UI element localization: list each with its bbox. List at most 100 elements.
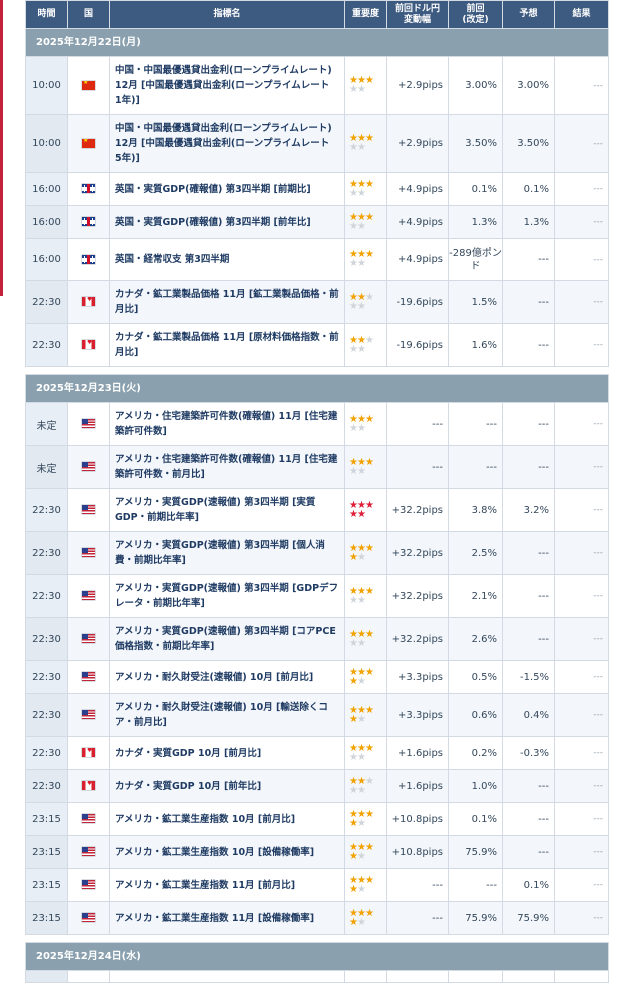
event-row[interactable]: 23:15 アメリカ・鉱工業生産指数 10月 [前月比] ★★★ ★★ +10.8pip… — [25, 802, 609, 836]
china-flag-icon — [82, 80, 95, 90]
event-importance: ★★★ ★★ — [344, 574, 387, 618]
partial-cell — [67, 970, 110, 983]
event-row[interactable]: 10:00 中国・中国最優遇貸出金利(ローンプライムレート) 12月 [中国最優遇… — [25, 114, 609, 173]
event-name-link[interactable]: アメリカ・住宅建築許可件数(確報値) 11月 [住宅建築許可件数・前月比] — [109, 445, 345, 489]
event-result: --- — [554, 660, 609, 694]
importance-stars-icon: ★★★ ★★ — [349, 292, 381, 311]
event-name-link[interactable]: 英国・経常収支 第3四半期 — [109, 238, 345, 281]
event-row[interactable]: 23:15 アメリカ・鉱工業生産指数 11月 [設備稼働率] ★★★ ★★ --- 75.… — [25, 901, 609, 935]
event-prev-value: 0.1% — [448, 802, 503, 836]
star-icon: ★ — [356, 817, 366, 829]
event-name-link[interactable]: アメリカ・住宅建築許可件数(確報値) 11月 [住宅建築許可件数] — [109, 402, 345, 446]
event-prev-value: --- — [448, 402, 503, 446]
importance-stars-icon: ★★★ ★★ — [349, 133, 381, 153]
event-name-link[interactable]: アメリカ・実質GDP(速報値) 第3四半期 [実質GDP・前期比年率] — [109, 488, 345, 532]
event-name-link[interactable]: アメリカ・耐久財受注(速報値) 10月 [輸送除くコア・前月比] — [109, 693, 345, 737]
event-row[interactable]: 16:00 英国・実質GDP(確報値) 第3四半期 [前期比] ★★★ ★★ +4.9p… — [25, 172, 609, 206]
event-row[interactable]: 22:30カナダ・鉱工業製品価格 11月 [鉱工業製品価格・前月比]★★★★★-… — [25, 280, 609, 324]
event-country — [67, 323, 110, 367]
event-time: 22:30 — [25, 488, 68, 532]
event-name-link[interactable]: 中国・中国最優遇貸出金利(ローンプライムレート) 12月 [中国最優遇貸出金利(… — [109, 114, 345, 173]
event-name-link[interactable]: アメリカ・鉱工業生産指数 11月 [前月比] — [109, 868, 345, 902]
event-country — [67, 736, 110, 770]
event-country — [67, 205, 110, 239]
importance-stars-icon: ★★★ ★★ — [349, 414, 381, 434]
star-icon: ★ — [364, 585, 374, 597]
event-row[interactable]: 10:00 中国・中国最優遇貸出金利(ローンプライムレート) 12月 [中国最優遇… — [25, 56, 609, 115]
event-name-link[interactable]: カナダ・実質GDP 10月 [前年比] — [109, 769, 345, 803]
importance-stars-icon: ★★★ ★★ — [349, 500, 381, 519]
star-icon: ★ — [356, 343, 366, 355]
event-time: 22:30 — [25, 280, 68, 324]
event-name-link[interactable]: カナダ・実質GDP 10月 [前月比] — [109, 736, 345, 770]
header-prev-move-line2: 変動幅 — [403, 14, 431, 25]
star-icon: ★ — [356, 422, 366, 434]
event-importance: ★★★ ★★ — [344, 114, 387, 173]
event-time: 22:30 — [25, 769, 68, 803]
event-importance: ★★★ ★★ — [344, 868, 387, 902]
event-row[interactable]: 16:00 英国・経常収支 第3四半期 ★★★ ★★ +4.9pips -289億ポンド -… — [25, 238, 609, 281]
event-row[interactable]: 未定 アメリカ・住宅建築許可件数(確報値) 11月 [住宅建築許可件数] ★★★ ★★… — [25, 402, 609, 446]
importance-stars-icon: ★★★ ★★ — [349, 335, 381, 355]
event-country — [67, 56, 110, 115]
star-icon: ★ — [364, 249, 374, 260]
event-row[interactable]: 22:30 アメリカ・実質GDP(速報値) 第3四半期 [個人消費・前期比年率] ★… — [25, 531, 609, 575]
event-row[interactable]: 22:30 カナダ・実質GDP 10月 [前月比]★★★★★+1.6pips0.2… — [25, 736, 609, 770]
event-result: --- — [554, 238, 609, 281]
event-forecast: 3.50% — [502, 114, 555, 173]
event-row[interactable]: 22:30 アメリカ・耐久財受注(速報値) 10月 [輸送除くコア・前月比] ★★★… — [25, 693, 609, 737]
event-forecast: --- — [502, 402, 555, 446]
event-prev-move: +2.9pips — [386, 114, 449, 173]
header-country: 国 — [67, 0, 110, 29]
event-row[interactable]: 16:00 英国・実質GDP(確報値) 第3四半期 [前年比] ★★★ ★★ +4.9p… — [25, 205, 609, 239]
star-icon: ★ — [349, 465, 358, 477]
event-row[interactable]: 23:15 アメリカ・鉱工業生産指数 11月 [前月比] ★★★ ★★ --- --- 0.… — [25, 868, 609, 902]
event-row[interactable]: 未定 アメリカ・住宅建築許可件数(確報値) 11月 [住宅建築許可件数・前月比] ★… — [25, 445, 609, 489]
event-name-link[interactable]: アメリカ・実質GDP(速報値) 第3四半期 [コアPCE価格指数・前期比年率] — [109, 617, 345, 661]
star-icon: ★ — [356, 751, 366, 763]
event-name-link[interactable]: カナダ・鉱工業製品価格 11月 [原材料価格指数・前月比] — [109, 323, 345, 367]
event-name-link[interactable]: 英国・実質GDP(確報値) 第3四半期 [前期比] — [109, 172, 345, 206]
event-prev-value: 0.6% — [448, 693, 503, 737]
event-name-link[interactable]: 英国・実質GDP(確報値) 第3四半期 [前年比] — [109, 205, 345, 239]
event-name-link[interactable]: アメリカ・実質GDP(速報値) 第3四半期 [個人消費・前期比年率] — [109, 531, 345, 575]
star-icon: ★ — [349, 258, 358, 269]
event-forecast: 1.3% — [502, 205, 555, 239]
star-icon: ★ — [349, 713, 358, 725]
star-icon: ★ — [356, 84, 366, 95]
header-prev-line1: 前回 — [466, 3, 485, 14]
event-country — [67, 660, 110, 694]
star-icon: ★ — [364, 133, 374, 144]
event-row[interactable]: 22:30 カナダ・実質GDP 10月 [前年比]★★★★★+1.6pips1.0… — [25, 769, 609, 803]
event-row[interactable]: 22:30 アメリカ・耐久財受注(速報値) 10月 [前月比] ★★★ ★★ +3.3p… — [25, 660, 609, 694]
event-row-partial — [25, 970, 609, 983]
event-name-link[interactable]: アメリカ・鉱工業生産指数 10月 [設備稼働率] — [109, 835, 345, 869]
event-prev-value: 0.5% — [448, 660, 503, 694]
event-name-link[interactable]: カナダ・鉱工業製品価格 11月 [鉱工業製品価格・前月比] — [109, 280, 345, 324]
event-result: --- — [554, 617, 609, 661]
event-prev-move: +32.2pips — [386, 488, 449, 532]
event-row[interactable]: 23:15 アメリカ・鉱工業生産指数 10月 [設備稼働率] ★★★ ★★ +10.8p… — [25, 835, 609, 869]
us-flag-icon — [82, 548, 95, 557]
event-row[interactable]: 22:30 アメリカ・実質GDP(速報値) 第3四半期 [GDPデフレータ・前期比… — [25, 574, 609, 618]
event-name-link[interactable]: アメリカ・鉱工業生産指数 10月 [前月比] — [109, 802, 345, 836]
event-forecast: --- — [502, 323, 555, 367]
event-row[interactable]: 22:30カナダ・鉱工業製品価格 11月 [原材料価格指数・前月比]★★★★★-… — [25, 323, 609, 367]
event-forecast: -1.5% — [502, 660, 555, 694]
event-row[interactable]: 22:30 アメリカ・実質GDP(速報値) 第3四半期 [コアPCE価格指数・前期… — [25, 617, 609, 661]
event-name-link[interactable]: 中国・中国最優遇貸出金利(ローンプライムレート) 12月 [中国最優遇貸出金利(… — [109, 56, 345, 115]
star-icon: ★ — [349, 343, 358, 355]
event-prev-move: +32.2pips — [386, 531, 449, 575]
event-row[interactable]: 22:30 アメリカ・実質GDP(速報値) 第3四半期 [実質GDP・前期比年率]… — [25, 488, 609, 532]
event-name-link[interactable]: アメリカ・耐久財受注(速報値) 10月 [前月比] — [109, 660, 345, 694]
event-result: --- — [554, 802, 609, 836]
importance-stars-icon: ★★★ ★★ — [349, 667, 381, 686]
event-name-link[interactable]: アメリカ・鉱工業生産指数 11月 [設備稼働率] — [109, 901, 345, 935]
day-gap-cell — [25, 366, 609, 375]
star-icon: ★ — [364, 907, 374, 919]
event-time: 22:30 — [25, 574, 68, 618]
economic-calendar: 時間 国 指標名 重要度 前回ドル円 変動幅 前回 (改定) 予想 結果 2025年… — [25, 0, 609, 983]
star-icon: ★ — [364, 456, 374, 468]
event-prev-move: +10.8pips — [386, 835, 449, 869]
event-name-link[interactable]: アメリカ・実質GDP(速報値) 第3四半期 [GDPデフレータ・前期比年率] — [109, 574, 345, 618]
